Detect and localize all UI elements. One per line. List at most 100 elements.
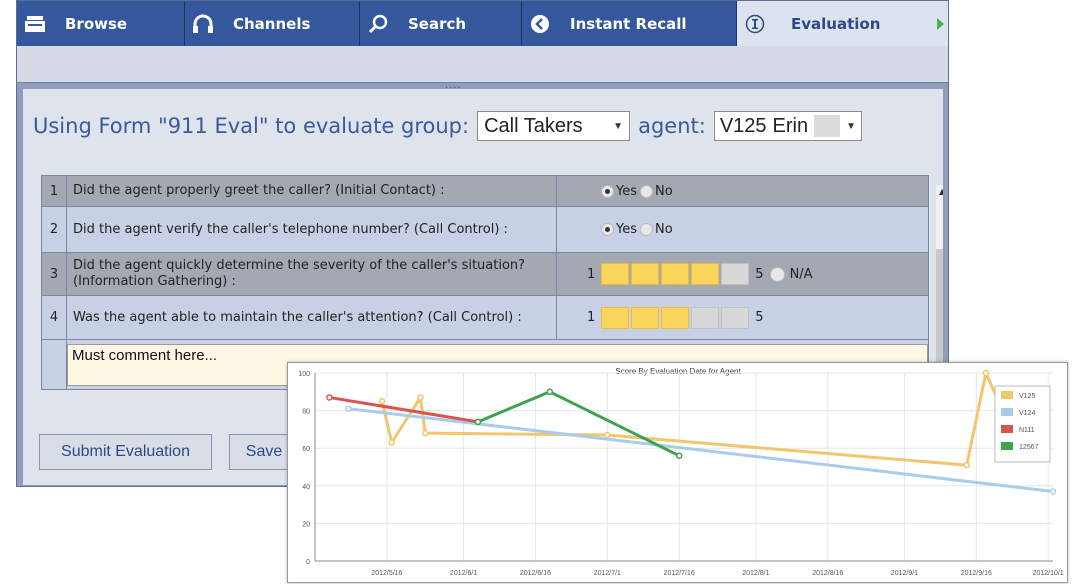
- tab-channels[interactable]: Channels: [185, 1, 360, 46]
- y-tick-label: 100: [298, 371, 310, 378]
- data-point: [388, 439, 395, 446]
- tab-scroll-right-icon[interactable]: [937, 18, 944, 30]
- scale-min-label: 1: [587, 310, 596, 325]
- tab-browse[interactable]: Browse: [17, 1, 185, 46]
- scale-min-label: 1: [587, 266, 596, 282]
- tab-evaluation-label: Evaluation: [791, 14, 881, 33]
- y-tick-label: 60: [302, 446, 310, 453]
- legend-swatch: [1001, 425, 1013, 433]
- rating-block[interactable]: [691, 263, 720, 285]
- data-point: [982, 369, 990, 377]
- question-row: 2 Did the agent verify the caller's tele…: [41, 206, 929, 253]
- series-line-12567: [477, 390, 680, 458]
- answer-yes-no: Yes No: [601, 184, 922, 199]
- x-tick-label: 2012/9/16: [961, 570, 992, 577]
- legend-swatch: [1001, 442, 1013, 450]
- question-number: 2: [41, 206, 67, 253]
- x-tick-label: 2012/7/1: [594, 570, 621, 577]
- tab-search[interactable]: Search: [360, 1, 522, 46]
- rating-block[interactable]: [691, 306, 720, 329]
- question-number: 3: [41, 252, 67, 296]
- question-text: Did the agent properly greet the caller?…: [66, 175, 557, 207]
- no-radio[interactable]: [640, 223, 653, 236]
- rating-block[interactable]: [661, 263, 690, 285]
- rating-block[interactable]: [661, 306, 690, 329]
- data-point: [474, 418, 482, 426]
- rating-scale: 1 5 N/A: [587, 263, 922, 285]
- series-line-v124: [348, 407, 1054, 493]
- group-select-value: Call Takers: [484, 114, 583, 137]
- rating-block[interactable]: [601, 263, 630, 285]
- no-radio[interactable]: [640, 184, 653, 198]
- data-point: [326, 394, 333, 401]
- evaluation-heading: Using Form "911 Eval" to evaluate group:…: [33, 111, 863, 141]
- legend-label: N111: [1019, 427, 1035, 434]
- x-tick-label: 2012/5/16: [371, 570, 402, 577]
- tab-browse-label: Browse: [65, 14, 128, 33]
- question-text: Did the agent quickly determine the seve…: [66, 252, 557, 296]
- y-tick-label: 0: [306, 559, 310, 566]
- yes-label: Yes: [616, 183, 637, 199]
- na-label: N/A: [789, 266, 813, 282]
- search-icon: [360, 14, 396, 34]
- series-line-v125: [380, 371, 1007, 467]
- question-number: 1: [41, 175, 67, 207]
- data-point: [546, 388, 554, 396]
- y-tick-label: 20: [302, 521, 310, 528]
- x-tick-label: 2012/10/1: [1033, 570, 1064, 577]
- question-row: 4 Was the agent able to maintain the cal…: [41, 295, 929, 340]
- agent-select[interactable]: V125 Erin ▼: [713, 111, 863, 141]
- rating-block[interactable]: [721, 263, 750, 285]
- na-radio[interactable]: [769, 266, 785, 282]
- question-table: 1 Did the agent properly greet the calle…: [41, 175, 929, 390]
- chart-title: Score By Evaluation Date for Agent: [615, 367, 741, 376]
- chevron-down-icon: ▼: [846, 120, 857, 132]
- answer-yes-no: Yes No: [601, 222, 922, 237]
- data-point: [378, 397, 386, 405]
- data-point: [421, 429, 429, 437]
- legend-label: V125: [1019, 393, 1035, 400]
- rating-block[interactable]: [721, 306, 750, 329]
- x-tick-label: 2012/7/16: [664, 570, 695, 577]
- legend-swatch: [1001, 391, 1013, 399]
- rating-block[interactable]: [631, 263, 660, 285]
- question-row: 3 Did the agent quickly determine the se…: [41, 252, 929, 296]
- agent-id: V125: [719, 114, 767, 137]
- agent-name: Erin: [772, 114, 809, 137]
- toolbar-strip: [17, 46, 948, 83]
- question-row: 1 Did the agent properly greet the calle…: [41, 175, 929, 207]
- data-point: [675, 452, 683, 459]
- question-text: Was the agent able to maintain the calle…: [66, 295, 557, 340]
- x-tick-label: 2012/8/16: [812, 570, 843, 577]
- tab-search-label: Search: [408, 14, 467, 33]
- submit-evaluation-button[interactable]: Submit Evaluation: [39, 434, 212, 470]
- x-tick-label: 2012/6/16: [520, 570, 551, 577]
- info-icon: [737, 14, 773, 34]
- chevron-down-icon: ▼: [613, 120, 624, 132]
- rating-block[interactable]: [601, 306, 630, 329]
- score-chart-svg: Score By Evaluation Date for Agent 0 20 40 6…: [298, 367, 1064, 577]
- data-point: [345, 405, 352, 412]
- scale-max-label: 5: [755, 266, 764, 282]
- scroll-up-icon[interactable]: ▲: [939, 187, 943, 196]
- tab-evaluation[interactable]: Evaluation: [737, 1, 948, 46]
- x-tick-label: 2012/6/1: [450, 570, 477, 577]
- y-tick-label: 40: [302, 484, 310, 491]
- rating-block[interactable]: [631, 306, 660, 329]
- question-text: Did the agent verify the caller's teleph…: [66, 206, 557, 253]
- yes-radio[interactable]: [601, 184, 614, 198]
- data-point: [604, 431, 611, 439]
- yes-radio[interactable]: [601, 223, 614, 236]
- legend-label: V124: [1019, 410, 1035, 417]
- x-tick-label: 2012/9/1: [891, 570, 918, 577]
- browse-icon: [17, 15, 53, 33]
- tab-instant-recall[interactable]: Instant Recall: [522, 1, 737, 46]
- tab-instant-recall-label: Instant Recall: [570, 14, 687, 33]
- x-tick-label: 2012/8/1: [742, 570, 769, 577]
- legend-swatch: [1001, 408, 1013, 416]
- heading-prefix: Using Form "911 Eval" to evaluate group:: [33, 114, 470, 138]
- scale-max-label: 5: [755, 310, 764, 325]
- headphones-icon: [185, 14, 221, 34]
- no-label: No: [655, 222, 673, 237]
- group-select[interactable]: Call Takers ▼: [477, 111, 631, 141]
